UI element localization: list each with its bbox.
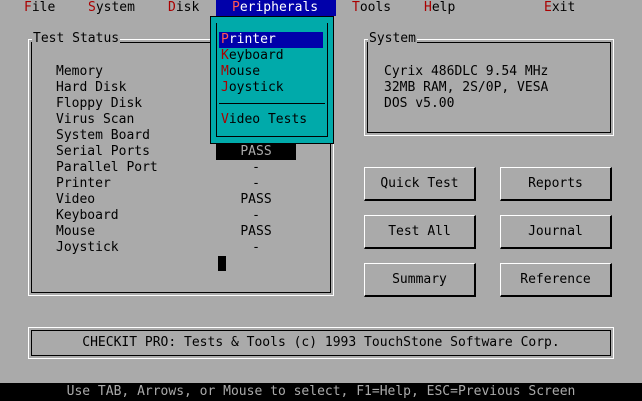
journal-button[interactable]: Journal: [500, 215, 612, 249]
status-label-virus-scan: Virus Scan: [56, 112, 135, 127]
status-value-keyboard: -: [252, 208, 260, 223]
menu-file[interactable]: File: [24, 0, 55, 16]
dropdown-item-printer[interactable]: Printer: [219, 32, 323, 48]
reports-button[interactable]: Reports: [500, 167, 612, 201]
dropdown-separator: [219, 103, 325, 104]
status-label-parallel-port: Parallel Port: [56, 160, 158, 175]
status-value-serial-ports: PASS: [216, 144, 296, 160]
menu-disk-hotkey: D: [168, 0, 176, 15]
status-value-parallel-port: -: [252, 160, 260, 175]
dropdown-item-keyboard-hotkey: K: [221, 48, 229, 63]
menu-help-label: elp: [431, 0, 456, 15]
dropdown-item-video-tests[interactable]: Video Tests: [219, 112, 323, 128]
dropdown-item-joystick-label: oystick: [228, 80, 284, 95]
menu-exit[interactable]: Exit: [544, 0, 575, 16]
menu-exit-label: xit: [551, 0, 576, 15]
menu-disk[interactable]: Disk: [168, 0, 199, 16]
status-label-floppy-disk: Floppy Disk: [56, 96, 143, 111]
menu-peripherals-label: eripherals: [239, 0, 319, 15]
status-label-mouse: Mouse: [56, 224, 96, 239]
dropdown-item-joystick-hotkey: J: [221, 80, 229, 95]
status-label-keyboard: Keyboard: [56, 208, 119, 223]
dropdown-item-video-tests-hotkey: V: [221, 112, 229, 127]
status-value-printer: -: [252, 176, 260, 191]
system-cpu: Cyrix 486DLC 9.54 MHz: [384, 64, 549, 79]
text-cursor: [218, 256, 226, 271]
status-label-printer: Printer: [56, 176, 111, 191]
status-value-mouse: PASS: [240, 224, 272, 239]
summary-button[interactable]: Summary: [364, 263, 476, 297]
status-label-video: Video: [56, 192, 96, 207]
system-memory-ports: 32MB RAM, 2S/0P, VESA: [384, 80, 549, 95]
dropdown-item-video-tests-label: ideo Tests: [228, 112, 308, 127]
status-value-joystick: -: [252, 240, 260, 255]
peripherals-dropdown: Printer Keyboard Mouse Joystick Video Te…: [210, 16, 334, 144]
menu-bar: File System Disk Peripherals Tools Help …: [0, 0, 642, 16]
menu-system-label: ystem: [95, 0, 135, 15]
menu-exit-hotkey: E: [544, 0, 552, 15]
status-bar: Use TAB, Arrows, or Mouse to select, F1=…: [0, 383, 642, 401]
status-label-system-board: System Board: [56, 128, 150, 143]
menu-peripherals-hotkey: P: [232, 0, 240, 15]
menu-tools-label: ools: [359, 0, 392, 15]
system-dos-version: DOS v5.00: [384, 96, 455, 111]
status-label-serial-ports: Serial Ports: [56, 144, 150, 159]
dropdown-item-mouse-label: ouse: [228, 64, 261, 79]
system-title: System: [368, 31, 417, 46]
status-label-hard-disk: Hard Disk: [56, 80, 127, 95]
menu-tools[interactable]: Tools: [352, 0, 391, 16]
dropdown-item-keyboard[interactable]: Keyboard: [219, 48, 323, 64]
menu-file-label: ile: [31, 0, 56, 15]
test-all-button[interactable]: Test All: [364, 215, 476, 249]
menu-file-hotkey: F: [24, 0, 32, 15]
test-status-title: Test Status: [32, 31, 121, 46]
status-label-memory: Memory: [56, 64, 103, 79]
reference-button[interactable]: Reference: [500, 263, 612, 297]
dropdown-item-mouse-hotkey: M: [221, 64, 229, 79]
status-value-video: PASS: [240, 192, 272, 207]
dropdown-item-joystick[interactable]: Joystick: [219, 80, 323, 96]
menu-help-hotkey: H: [424, 0, 432, 15]
menu-tools-hotkey: T: [352, 0, 360, 15]
quick-test-button[interactable]: Quick Test: [364, 167, 476, 201]
copyright-text: CHECKIT PRO: Tests & Tools (c) 1993 Touc…: [82, 335, 560, 350]
dropdown-item-mouse[interactable]: Mouse: [219, 64, 323, 80]
status-label-joystick: Joystick: [56, 240, 119, 255]
menu-peripherals[interactable]: Peripherals: [216, 0, 336, 16]
dropdown-item-printer-hotkey: P: [221, 32, 229, 47]
dropdown-item-keyboard-label: eyboard: [228, 48, 284, 63]
menu-system[interactable]: System: [88, 0, 135, 16]
menu-system-hotkey: S: [88, 0, 96, 15]
menu-help[interactable]: Help: [424, 0, 455, 16]
dropdown-item-printer-label: rinter: [228, 32, 276, 47]
menu-disk-label: isk: [175, 0, 200, 15]
